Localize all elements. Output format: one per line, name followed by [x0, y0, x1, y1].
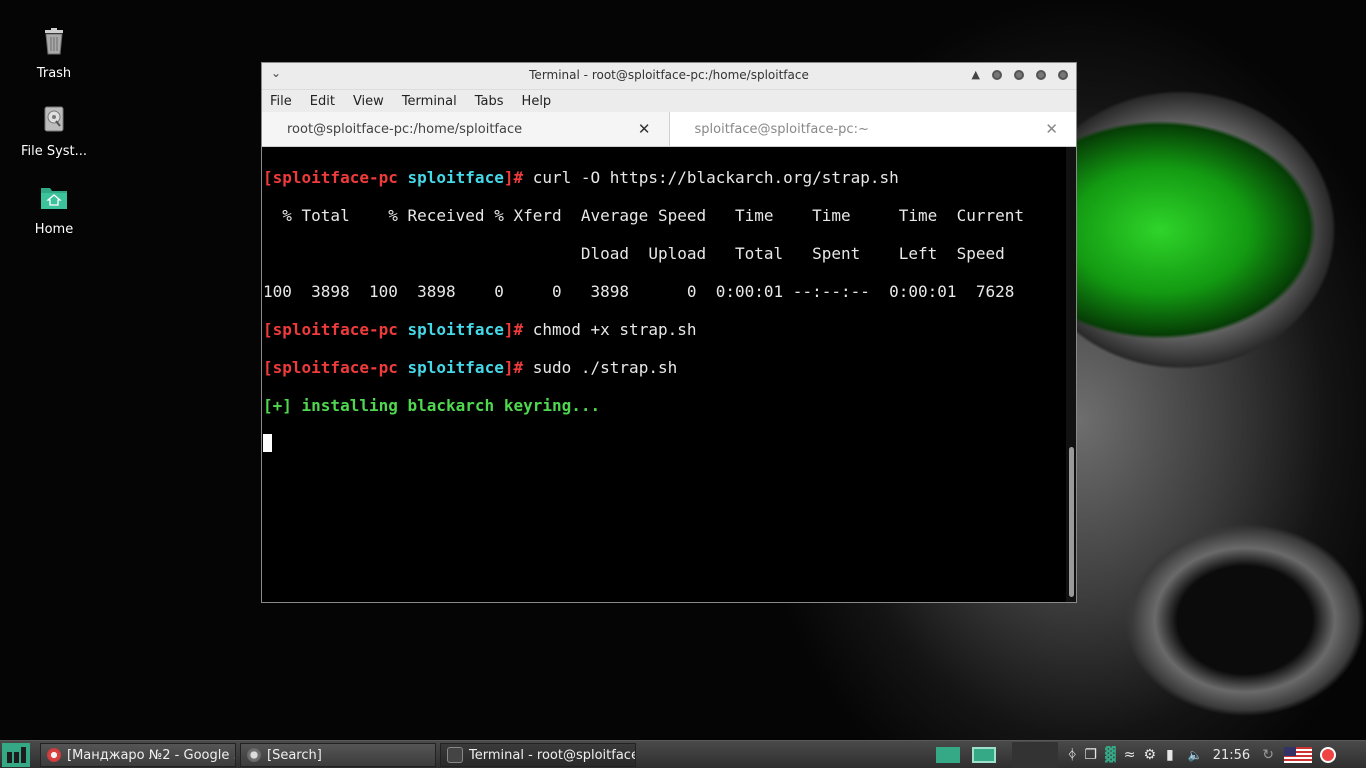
task-search[interactable]: [Search]	[240, 743, 436, 767]
drive-icon	[44, 106, 64, 132]
terminal-line: [sploitface-pc sploitface]# sudo ./strap…	[263, 358, 1066, 377]
menu-file[interactable]: File	[270, 94, 292, 109]
prompt-hash: ]#	[503, 168, 524, 187]
tab-sploitface[interactable]: sploitface@sploitface-pc:~ ✕	[669, 112, 1076, 146]
terminal-cursor	[263, 434, 272, 452]
prompt-dir: sploitface	[407, 168, 504, 187]
window-title: Terminal - root@sploitface-pc:/home/splo…	[529, 68, 809, 82]
tab-bar: root@sploitface-pc:/home/sploitface ✕ sp…	[262, 112, 1076, 147]
stick-window-button[interactable]	[992, 69, 1002, 80]
task-label: [Search]	[267, 747, 322, 763]
task-browser[interactable]: [Манджаро №2 - Google ...	[40, 743, 236, 767]
terminal-line	[263, 434, 1066, 453]
command-text: chmod +x strap.sh	[523, 320, 697, 339]
terminal-line: [+] installing blackarch keyring...	[263, 396, 601, 415]
tab-label: sploitface@sploitface-pc:~	[694, 121, 869, 137]
close-button[interactable]	[1058, 69, 1068, 80]
clock[interactable]: 21:56	[1213, 748, 1250, 763]
wifi-icon[interactable]: ≈	[1124, 747, 1136, 763]
tab-root[interactable]: root@sploitface-pc:/home/sploitface ✕	[262, 112, 670, 146]
terminal-window[interactable]: ⌄ Terminal - root@sploitface-pc:/home/sp…	[261, 62, 1077, 603]
desktop-icon-label: Trash	[36, 66, 72, 81]
volume-icon[interactable]: 🔈	[1188, 748, 1203, 762]
desktop-icon-filesystem[interactable]: File Syst...	[14, 104, 94, 159]
browser-icon	[47, 748, 61, 762]
terminal-line: [sploitface-pc sploitface]# curl -O http…	[263, 168, 1066, 187]
shade-window-icon[interactable]: ▲	[972, 68, 980, 81]
workspace-2-button[interactable]	[972, 747, 996, 763]
window-titlebar[interactable]: ⌄ Terminal - root@sploitface-pc:/home/sp…	[262, 63, 1076, 90]
prompt-hash: ]#	[503, 320, 524, 339]
taskbar: [Манджаро №2 - Google ... [Search] Termi…	[0, 740, 1366, 768]
workspace-1-button[interactable]	[936, 747, 960, 763]
desktop-icon-trash[interactable]: Trash	[14, 26, 94, 81]
prompt-host: [sploitface-pc	[263, 320, 398, 339]
trash-icon	[45, 28, 63, 55]
maximize-button[interactable]	[1036, 69, 1046, 80]
terminal-output[interactable]: [sploitface-pc sploitface]# curl -O http…	[262, 147, 1066, 602]
terminal-line: Dload Upload Total Spent Left Speed	[263, 244, 1005, 263]
settings-gear-icon[interactable]: ⚙	[1143, 747, 1156, 763]
menu-help[interactable]: Help	[522, 94, 552, 109]
clipboard-icon[interactable]: ❐	[1084, 747, 1097, 763]
tab-label: root@sploitface-pc:/home/sploitface	[287, 121, 523, 137]
power-icon[interactable]	[1319, 747, 1336, 763]
system-tray: ᛄ ❐ ▓ ≈ ⚙ ▮ 🔈 21:56 ↻	[936, 741, 1336, 768]
prompt-hash: ]#	[503, 358, 524, 377]
task-label: [Манджаро №2 - Google ...	[67, 747, 236, 763]
command-text: curl -O https://blackarch.org/strap.sh	[523, 168, 899, 187]
home-folder-icon	[41, 188, 67, 209]
start-menu-button[interactable]	[2, 743, 30, 767]
menu-edit[interactable]: Edit	[310, 94, 335, 109]
manjaro-update-icon[interactable]: ▓	[1105, 747, 1116, 763]
prompt-host: [sploitface-pc	[263, 358, 398, 377]
restart-icon[interactable]: ↻	[1262, 747, 1274, 763]
prompt-dir: sploitface	[407, 358, 504, 377]
terminal-scrollbar[interactable]	[1066, 147, 1076, 602]
prompt-host: [sploitface-pc	[263, 168, 398, 187]
command-text: sudo ./strap.sh	[523, 358, 678, 377]
desktop-icon-home[interactable]: Home	[14, 182, 94, 237]
terminal-icon	[447, 747, 463, 763]
prompt-dir: sploitface	[407, 320, 504, 339]
scrollbar-thumb[interactable]	[1069, 447, 1074, 597]
minimize-button[interactable]	[1014, 69, 1024, 80]
workspace-area	[1012, 742, 1058, 768]
menu-bar: File Edit View Terminal Tabs Help	[262, 90, 1076, 112]
close-tab-icon[interactable]: ✕	[638, 120, 651, 138]
desktop-icon-label: File Syst...	[20, 144, 88, 159]
menu-view[interactable]: View	[353, 94, 384, 109]
task-label: Terminal - root@sploitface...	[469, 747, 636, 763]
menu-tabs[interactable]: Tabs	[475, 94, 504, 109]
menu-terminal[interactable]: Terminal	[402, 94, 457, 109]
terminal-line: 100 3898 100 3898 0 0 3898 0 0:00:01 --:…	[263, 282, 1015, 301]
close-tab-icon[interactable]: ✕	[1045, 120, 1058, 138]
us-flag-icon[interactable]	[1283, 747, 1312, 763]
task-terminal[interactable]: Terminal - root@sploitface...	[440, 743, 636, 767]
terminal-line: % Total % Received % Xferd Average Speed…	[263, 206, 1024, 225]
battery-icon[interactable]: ▮	[1166, 747, 1174, 763]
search-app-icon	[247, 748, 261, 762]
desktop-icon-label: Home	[34, 222, 74, 237]
terminal-line: [sploitface-pc sploitface]# chmod +x str…	[263, 320, 1066, 339]
bluetooth-icon[interactable]: ᛄ	[1068, 747, 1076, 763]
